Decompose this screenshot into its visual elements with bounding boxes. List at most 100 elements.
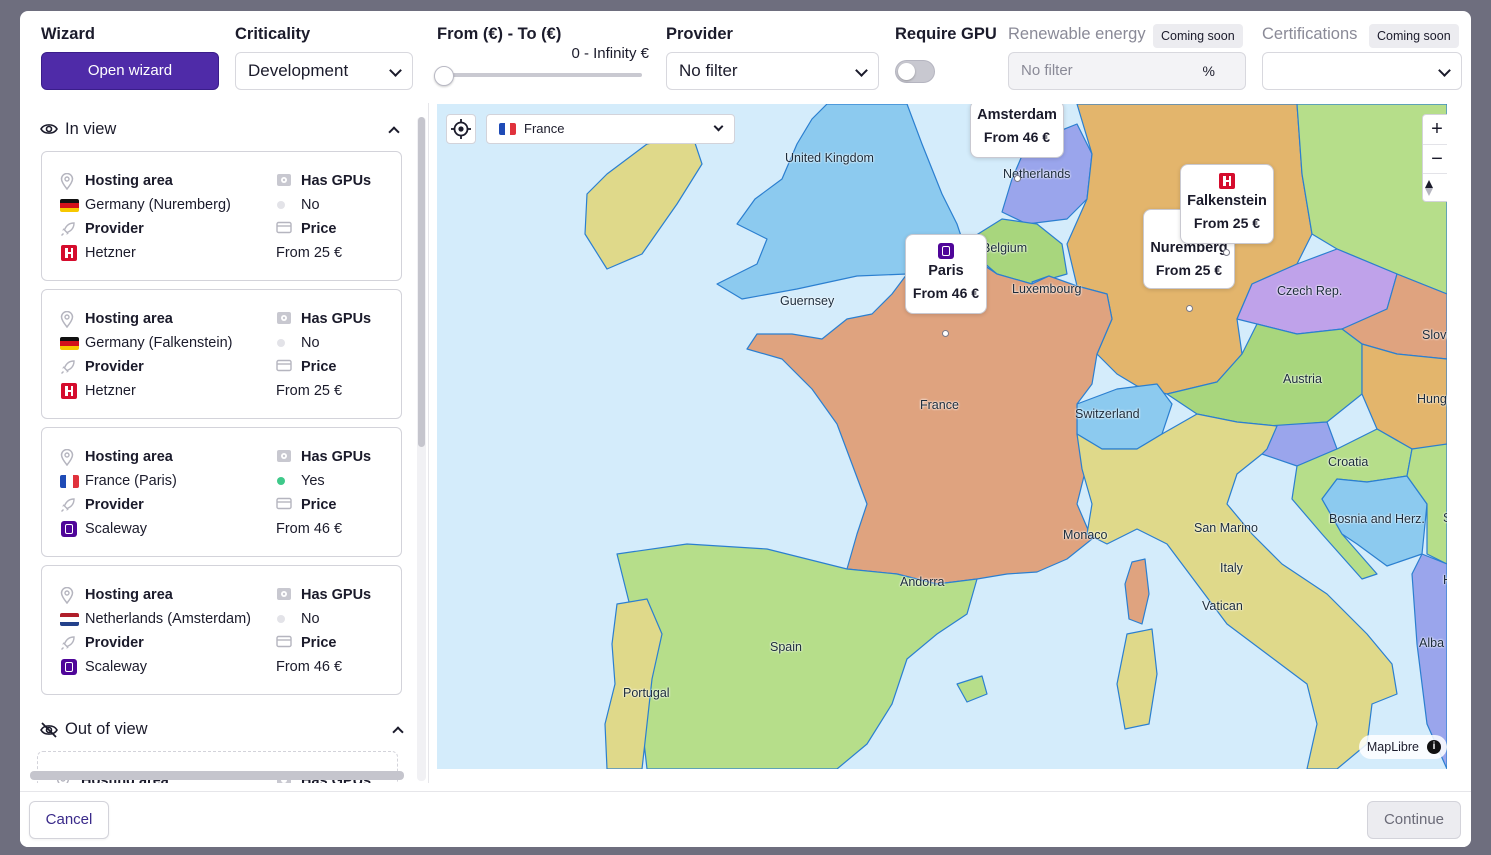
zoom-controls: + −	[1422, 114, 1447, 202]
wizard-label: Wizard	[41, 25, 95, 43]
map-label-luxembourg: Luxembourg	[1012, 282, 1082, 296]
panel-divider	[428, 103, 429, 783]
map-label-austria: Austria	[1283, 372, 1322, 386]
info-icon[interactable]: i	[1427, 740, 1441, 754]
map-pin-nuremberg[interactable]	[1186, 305, 1193, 312]
maplibre-attribution-label: MapLibre	[1366, 740, 1419, 754]
price-slider-thumb[interactable]	[434, 66, 454, 86]
certifications-select[interactable]	[1262, 52, 1462, 90]
map-label-uk: United Kingdom	[785, 151, 874, 165]
gpu-status-dot	[277, 339, 285, 347]
price-slider-track[interactable]	[437, 73, 642, 77]
hetzner-logo-icon	[61, 245, 77, 261]
reset-north-button[interactable]	[1423, 173, 1447, 202]
price-range-value: 0 - Infinity €	[571, 45, 649, 62]
crosshair-icon	[451, 119, 471, 139]
location-pin-icon	[60, 587, 74, 604]
out-of-view-section-header[interactable]: Out of view	[40, 720, 404, 742]
hosting-option-card[interactable]: Hosting area Germany (Falkenstein) Provi…	[41, 289, 402, 419]
hosting-option-card[interactable]: Hosting area Germany (Nuremberg) Provide…	[41, 151, 402, 281]
collapse-up-icon[interactable]	[388, 126, 400, 138]
open-wizard-button[interactable]: Open wizard	[41, 52, 219, 90]
chevron-down-icon	[389, 64, 402, 77]
gpu-icon	[277, 312, 291, 324]
map-view[interactable]: United Kingdom Netherlands Belgium Luxembou…	[437, 104, 1447, 769]
map-country-ireland	[584, 133, 703, 270]
require-gpu-toggle[interactable]	[895, 60, 935, 83]
in-view-section-header[interactable]: In view	[40, 120, 400, 142]
renewable-energy-label: Renewable energy	[1008, 25, 1146, 43]
location-pin-icon	[60, 311, 74, 328]
credit-card-icon	[276, 497, 292, 510]
zoom-out-button[interactable]: −	[1423, 144, 1447, 173]
provider-select[interactable]: No filter	[666, 52, 879, 90]
map-popup-amsterdam[interactable]: Amsterdam From 46 €	[970, 104, 1064, 158]
criticality-value: Development	[248, 61, 349, 80]
gpu-icon	[277, 588, 291, 600]
scaleway-logo-icon	[938, 243, 954, 259]
criticality-select[interactable]: Development	[235, 52, 413, 90]
in-view-label: In view	[65, 120, 117, 138]
france-flag-icon	[60, 475, 79, 488]
chevron-down-icon	[1438, 64, 1451, 77]
map-pin-falkenstein[interactable]	[1223, 249, 1230, 256]
netherlands-flag-icon	[60, 613, 79, 626]
horizontal-scrollbar[interactable]	[30, 771, 404, 780]
certifications-label: Certifications	[1262, 25, 1358, 43]
filter-bar: Wizard Open wizard Criticality Developme…	[20, 11, 1471, 103]
country-select-value: France	[524, 121, 565, 136]
rocket-icon	[61, 222, 75, 236]
gpu-status-dot	[277, 477, 285, 485]
germany-flag-icon	[60, 337, 79, 350]
continue-button[interactable]: Continue	[1367, 801, 1461, 839]
map-label-croatia: Croatia	[1328, 455, 1369, 469]
france-flag-icon	[499, 123, 516, 135]
eye-off-icon	[40, 722, 58, 738]
percent-unit: %	[1202, 63, 1215, 79]
gpu-icon	[277, 450, 291, 462]
zoom-in-button[interactable]: +	[1423, 115, 1447, 144]
map-popup-falkenstein[interactable]: Falkenstein From 25 €	[1180, 164, 1274, 244]
hosting-option-card[interactable]: Hosting area France (Paris) Provider Sca…	[41, 427, 402, 557]
credit-card-icon	[276, 221, 292, 234]
scaleway-logo-icon	[61, 521, 77, 537]
chevron-down-icon	[713, 121, 724, 132]
map-island-sardinia	[1116, 628, 1158, 730]
map-pin-amsterdam[interactable]	[1014, 175, 1021, 182]
renewable-energy-input: No filter %	[1008, 52, 1246, 90]
modal-footer: Cancel Continue	[20, 791, 1471, 847]
results-panel[interactable]: In view Hosting area Germany (Nuremberg)…	[20, 103, 430, 783]
map-label-switzerland: Switzerland	[1075, 407, 1140, 421]
provider-label: Provider	[666, 25, 733, 43]
credit-card-icon	[276, 359, 292, 372]
country-select[interactable]: France	[486, 114, 735, 144]
vertical-scrollbar-thumb[interactable]	[418, 117, 425, 447]
map-label-belgium: Belgium	[982, 241, 1028, 255]
vertical-scrollbar[interactable]	[417, 117, 426, 781]
hosting-selection-modal: Wizard Open wizard Criticality Developme…	[20, 11, 1471, 847]
locate-me-button[interactable]	[446, 114, 476, 144]
price-range-value-wrap: 0 - Infinity €	[437, 11, 649, 71]
map-label-italy: Italy	[1220, 561, 1243, 575]
renewable-coming-soon-badge: Coming soon	[1153, 24, 1243, 48]
map-island-mallorca	[956, 675, 988, 703]
gpu-status-dot	[277, 615, 285, 623]
require-gpu-label: Require GPU	[895, 25, 997, 43]
map-label-vatican: Vatican	[1202, 599, 1243, 613]
map-pin-paris[interactable]	[942, 330, 949, 337]
map-label-bosnia: Bosnia and Herz.	[1329, 512, 1425, 526]
map-label-portugal: Portugal	[623, 686, 670, 700]
map-label-slovakia: Slovakia	[1422, 328, 1447, 342]
map-label-france: France	[920, 398, 959, 412]
map-label-guernsey: Guernsey	[780, 294, 835, 308]
map-popup-paris[interactable]: Paris From 46 €	[905, 234, 987, 314]
map-label-hungary: Hungary	[1417, 392, 1447, 406]
out-of-view-label: Out of view	[65, 720, 148, 738]
location-pin-icon	[60, 173, 74, 190]
cancel-button[interactable]: Cancel	[29, 801, 109, 839]
map-attribution[interactable]: MapLibre i	[1358, 735, 1447, 759]
map-label-spain: Spain	[770, 640, 802, 654]
map-canvas[interactable]	[437, 104, 1447, 769]
hosting-option-card[interactable]: Hosting area Netherlands (Amsterdam) Pro…	[41, 565, 402, 695]
collapse-up-icon[interactable]	[392, 726, 404, 738]
